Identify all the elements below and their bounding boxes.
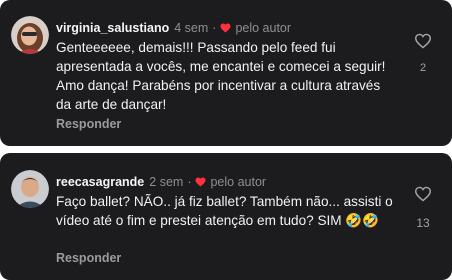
heart-outline-icon[interactable] [414, 33, 432, 49]
username[interactable]: reecasagrande [56, 175, 144, 189]
liked-by-author-label: pelo autor [235, 21, 292, 35]
heart-outline-icon[interactable] [414, 186, 432, 202]
timestamp: 2 sem [149, 175, 184, 189]
comment-text: Faço ballet? NÃO.. já fiz ballet? Também… [56, 192, 396, 230]
comment-card: virginia_salustiano 4 sem · pelo autor G… [0, 0, 452, 146]
separator: · [187, 175, 192, 189]
username[interactable]: virginia_salustiano [56, 21, 169, 35]
like-count: 2 [419, 62, 427, 74]
like-control: 13 [412, 186, 434, 230]
comment-text: Genteeeeee, demais!!! Passando pelo feed… [56, 40, 386, 112]
like-count: 13 [416, 216, 430, 230]
timestamp: 4 sem [174, 21, 209, 35]
comment-meta: reecasagrande 2 sem · pelo autor [56, 173, 266, 191]
comment-text-body: Faço ballet? NÃO.. já fiz ballet? Também… [56, 194, 393, 228]
heart-filled-icon [220, 23, 231, 33]
comment-meta: virginia_salustiano 4 sem · pelo autor [56, 19, 291, 37]
avatar[interactable] [11, 16, 49, 54]
avatar[interactable] [11, 170, 49, 208]
emoji: 🤣🤣 [345, 213, 380, 228]
heart-filled-icon [195, 177, 206, 187]
reply-button[interactable]: Responder [56, 251, 121, 265]
separator: · [212, 21, 217, 35]
liked-by-author-label: pelo autor [210, 175, 267, 189]
comment-card: reecasagrande 2 sem · pelo autor Faço ba… [0, 153, 452, 280]
reply-button[interactable]: Responder [56, 117, 121, 131]
like-control: 2 [412, 33, 434, 74]
